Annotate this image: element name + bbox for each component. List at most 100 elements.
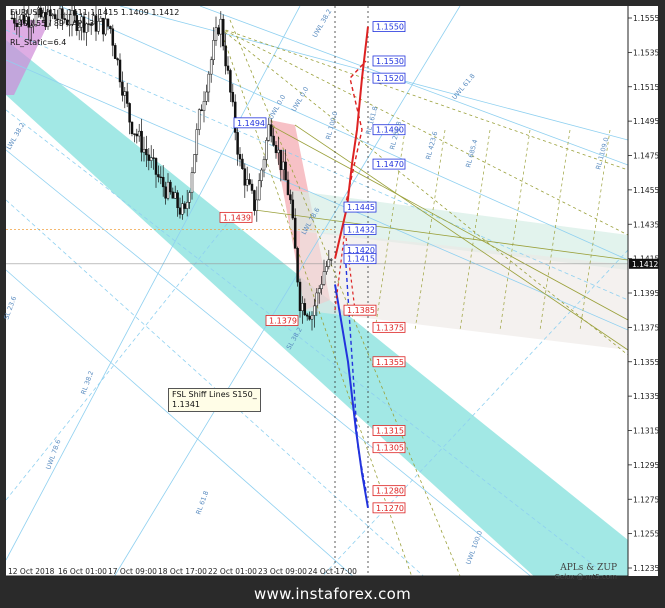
candle-body: [128, 103, 131, 123]
price-label-text: 1.1439: [223, 213, 251, 222]
candle-body: [101, 17, 105, 35]
price-level-label: 1.1270: [372, 502, 406, 514]
candle-body: [109, 26, 112, 29]
candle-body: [183, 203, 187, 209]
candle-body: [188, 192, 191, 203]
candle-body: [106, 18, 110, 27]
candle-body: [13, 17, 16, 24]
candle-body: [272, 135, 275, 146]
candle-body: [116, 58, 119, 61]
price-level-label: 1.1305: [372, 442, 406, 454]
candle-body: [269, 124, 273, 137]
y-tick-label: 1.1235: [633, 564, 659, 573]
indicator-header: 40 / 55 / 89 / APs-3: [18, 19, 95, 28]
y-tick-label: 1.1375: [633, 323, 659, 332]
candle-body: [200, 109, 203, 111]
candle-body: [161, 176, 165, 188]
fsl-title: FSL Shiff Lines S150_: [172, 390, 257, 399]
price-label-text: 1.1520: [376, 74, 404, 83]
price-level-label: 1.1355: [372, 356, 406, 368]
y-tick-label: 1.1275: [633, 495, 659, 504]
candle-body: [121, 81, 124, 96]
candle-body: [284, 161, 287, 181]
price-label-text: 1.1379: [269, 317, 297, 326]
candle-body: [296, 248, 299, 283]
candle-body: [238, 154, 242, 160]
x-tick-label: 18 Oct 17:00: [158, 567, 207, 576]
price-level-label: 1.1315: [372, 425, 406, 436]
price-level-label: 1.1432: [343, 224, 377, 235]
candle-body: [274, 145, 278, 154]
candle-body: [248, 179, 251, 185]
candle-body: [207, 73, 211, 93]
candle-body: [104, 18, 107, 35]
candle-body: [190, 172, 194, 193]
candle-body: [308, 315, 311, 320]
y-tick-label: 1.1335: [633, 392, 659, 401]
candle-body: [142, 148, 146, 153]
candle-body: [262, 159, 266, 171]
price-label-text: 1.1315: [376, 427, 404, 436]
y-tick-label: 1.1355: [633, 358, 659, 367]
price-label-text: 1.1385: [347, 306, 375, 315]
price-label-text: 1.1280: [376, 487, 404, 496]
candle-body: [243, 168, 247, 186]
price-level-label: 1.1280: [372, 485, 406, 497]
candle-body: [176, 192, 179, 209]
candle-body: [317, 288, 321, 294]
candle-body: [265, 140, 268, 160]
candle-body: [214, 27, 218, 41]
candle-body: [99, 17, 103, 22]
candle-body: [157, 174, 160, 178]
price-label-text: 1.1470: [376, 160, 404, 169]
credit-subtitle: Gelox @ mt5.com: [554, 573, 617, 581]
candle-body: [305, 314, 309, 317]
candle-body: [281, 161, 285, 171]
candle-body: [245, 179, 249, 186]
price-level-label: 1.1445: [343, 201, 377, 213]
candle-body: [205, 91, 208, 102]
watermark: www.instaforex.com: [253, 585, 412, 603]
candle-body: [152, 157, 155, 159]
candle-body: [164, 186, 167, 199]
candle-body: [241, 158, 244, 169]
candle-body: [123, 91, 127, 96]
y-tick-label: 1.1515: [633, 83, 659, 92]
x-tick-label: 12 Oct 2018: [8, 567, 55, 576]
candle-body: [113, 45, 117, 59]
candle-body: [291, 199, 295, 219]
candle-body: [212, 40, 215, 61]
candle-body: [257, 180, 261, 201]
candle-body: [154, 158, 158, 175]
credit-title: APLs & ZUP: [560, 563, 617, 573]
candle-body: [286, 179, 290, 195]
candle-body: [202, 101, 206, 111]
candle-body: [322, 271, 326, 285]
candle-body: [315, 292, 319, 307]
candle-body: [137, 130, 141, 137]
candle-body: [301, 303, 304, 311]
candle-body: [118, 59, 122, 83]
candle-body: [166, 181, 170, 199]
candle-body: [169, 181, 172, 193]
candle-body: [310, 315, 314, 320]
candle-body: [298, 281, 302, 311]
candle-body: [303, 303, 307, 316]
price-label-text: 1.1270: [376, 504, 404, 513]
candle-body: [226, 65, 230, 71]
candle-body: [145, 148, 148, 156]
candle-body: [94, 15, 98, 32]
candle-body: [197, 109, 201, 130]
candle-body: [277, 149, 280, 154]
candle-body: [209, 59, 213, 75]
candle-body: [250, 183, 254, 191]
candle-body: [236, 132, 239, 155]
candle-body: [140, 130, 143, 153]
candle-body: [267, 124, 271, 141]
y-tick-label: 1.1315: [633, 427, 659, 436]
candle-body: [97, 21, 100, 32]
candle-body: [229, 70, 232, 93]
static-header: RL_Static=6.4: [10, 38, 67, 47]
y-tick-label: 1.1295: [633, 461, 659, 470]
y-tick-label: 1.1455: [633, 186, 659, 195]
